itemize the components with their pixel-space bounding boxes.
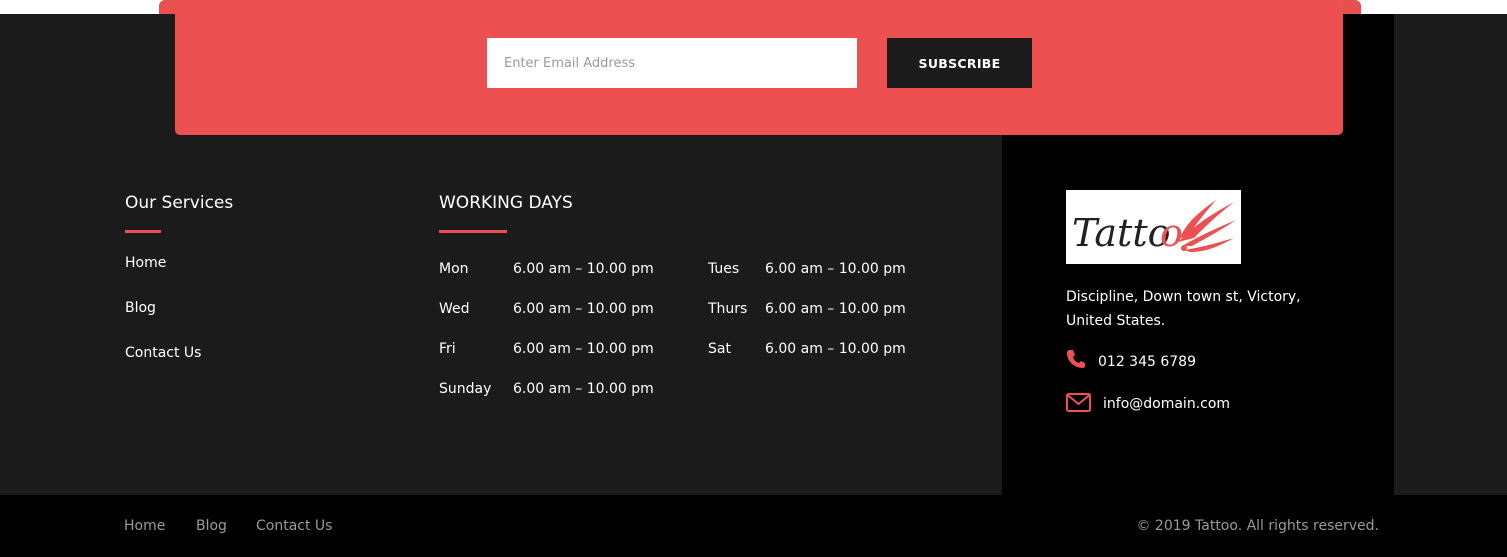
working-days-heading: WORKING DAYS [439,193,573,213]
schedule-day: Sunday [439,381,492,397]
schedule-hours: 6.00 am – 10.00 pm [513,381,654,397]
schedule-day: Mon [439,261,469,277]
schedule-day: Fri [439,341,456,357]
tattoo-logo-graphic: Tatto o [1072,200,1236,255]
envelope-icon [1066,393,1091,417]
bottom-link-home[interactable]: Home [124,518,165,534]
service-link-home[interactable]: Home [125,255,166,271]
subscribe-button[interactable]: SUBSCRIBE [887,38,1032,88]
logo-wordmark-accent: o [1160,211,1183,255]
schedule-hours: 6.00 am – 10.00 pm [765,261,906,277]
service-link-blog[interactable]: Blog [125,300,156,316]
schedule-hours: 6.00 am – 10.00 pm [765,341,906,357]
service-link-contact[interactable]: Contact Us [125,345,201,361]
email-input[interactable] [487,38,857,88]
schedule-hours: 6.00 am – 10.00 pm [513,301,654,317]
wing-icon [1178,200,1236,252]
phone-icon [1066,349,1086,374]
schedule-day: Sat [708,341,731,357]
services-heading-underline [125,230,161,233]
copyright-text: © 2019 Tattoo. All rights reserved. [1136,518,1379,534]
tattoo-logo[interactable]: Tatto o [1066,190,1241,264]
working-days-heading-underline [439,230,507,233]
contact-phone[interactable]: 012 345 6789 [1098,354,1196,370]
schedule-hours: 6.00 am – 10.00 pm [513,341,654,357]
bottom-link-blog[interactable]: Blog [196,518,227,534]
contact-address: Discipline, Down town st, Victory, Unite… [1066,289,1301,329]
services-heading: Our Services [125,193,234,213]
schedule-day: Wed [439,301,470,317]
schedule-day: Tues [708,261,740,277]
logo-wordmark: Tatto [1072,211,1170,255]
bottom-link-contact[interactable]: Contact Us [256,518,332,534]
schedule-hours: 6.00 am – 10.00 pm [513,261,654,277]
schedule-day: Thurs [708,301,748,317]
schedule-hours: 6.00 am – 10.00 pm [765,301,906,317]
contact-email[interactable]: info@domain.com [1103,396,1230,412]
